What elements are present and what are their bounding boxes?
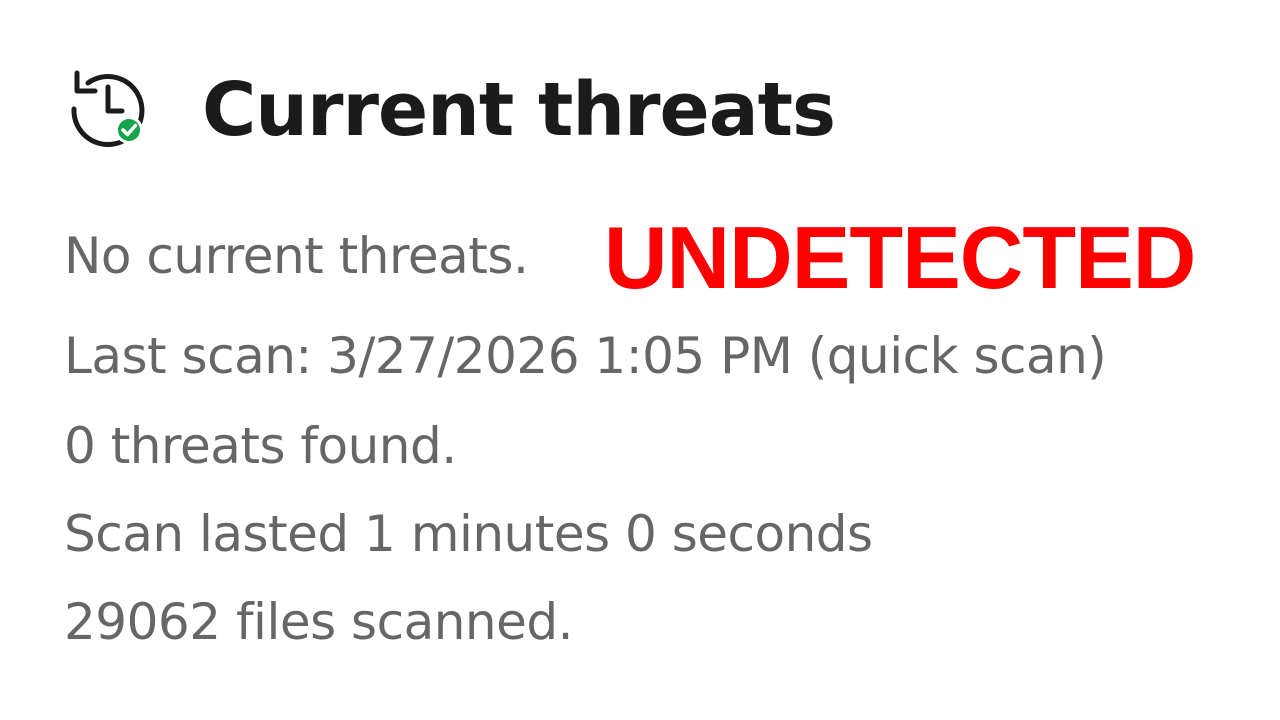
section-header <box>66 62 150 152</box>
page-title: Current threats <box>202 67 836 153</box>
status-threats-found: 0 threats found. <box>64 417 457 475</box>
status-files-scanned: 29062 files scanned. <box>64 593 574 651</box>
status-last-scan: Last scan: 3/27/2026 1:05 PM (quick scan… <box>64 327 1107 385</box>
status-no-threats: No current threats. <box>64 227 529 285</box>
undetected-overlay-text: UNDETECTED <box>604 208 1196 307</box>
history-check-icon <box>66 65 150 149</box>
status-scan-duration: Scan lasted 1 minutes 0 seconds <box>64 505 873 563</box>
